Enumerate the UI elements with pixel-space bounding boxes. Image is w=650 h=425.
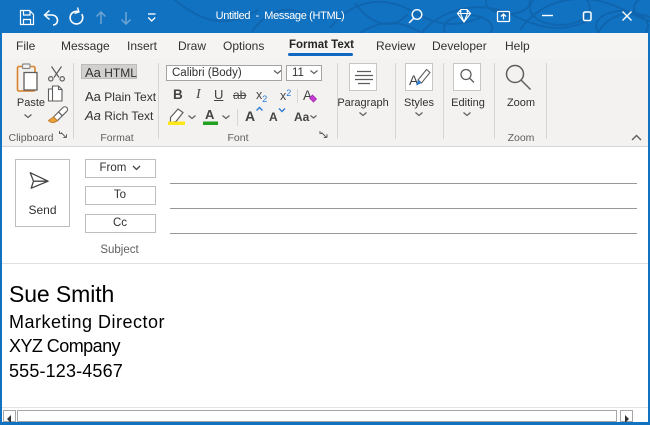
- svg-text:A: A: [245, 108, 255, 124]
- svg-text:Aa: Aa: [294, 110, 310, 124]
- svg-text:A: A: [303, 88, 312, 103]
- svg-text:A: A: [205, 107, 215, 122]
- svg-text:A: A: [269, 110, 278, 124]
